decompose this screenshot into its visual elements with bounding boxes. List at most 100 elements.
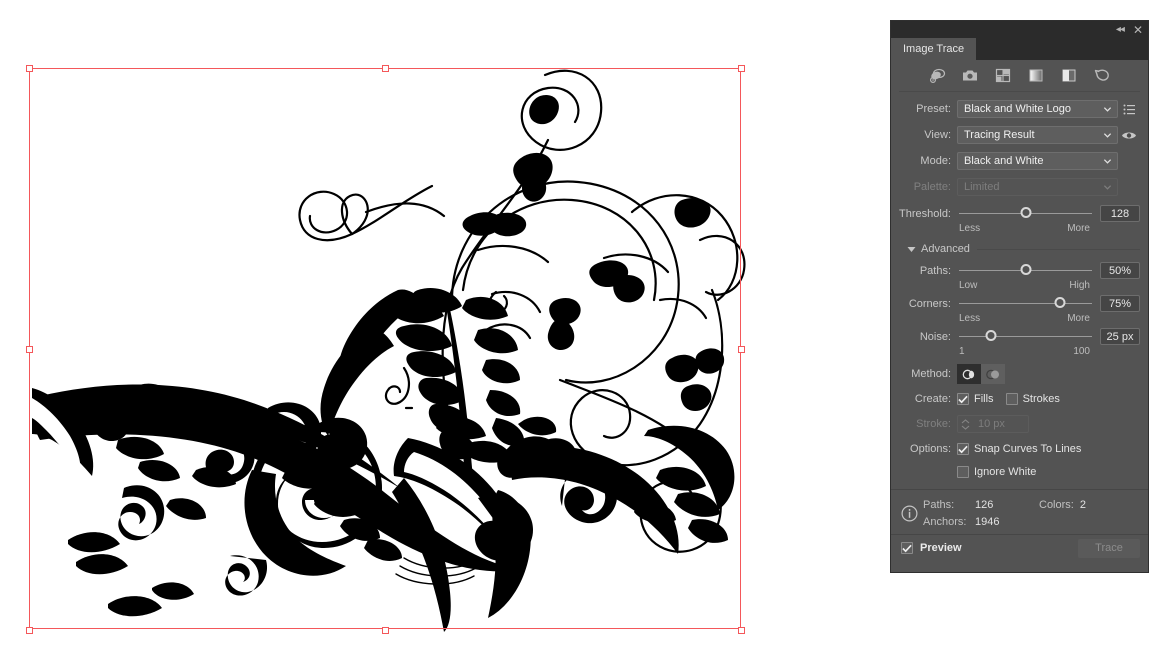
trace-mode-icon-row	[899, 60, 1140, 92]
preset-row: Preset: Black and White Logo	[899, 98, 1140, 120]
info-colors-value: 2	[1079, 498, 1086, 511]
stroke-label: Stroke:	[916, 418, 951, 430]
corners-range-labels: Less More	[899, 313, 1140, 327]
ignore-white-checkbox[interactable]	[957, 466, 969, 478]
preset-value: Black and White Logo	[964, 103, 1072, 115]
artboard-canvas[interactable]	[0, 0, 890, 653]
chevron-up-icon	[961, 418, 969, 423]
view-label: View:	[924, 129, 951, 141]
noise-value-field[interactable]: 25 px	[1100, 328, 1140, 345]
paths-max-label: High	[1069, 280, 1090, 291]
chevron-down-icon	[1103, 159, 1112, 164]
noise-min-label: 1	[959, 346, 965, 357]
method-overlapping-button[interactable]	[981, 364, 1005, 384]
snap-curves-label: Snap Curves To Lines	[974, 443, 1082, 455]
ignore-white-row: Ignore White	[899, 461, 1140, 483]
collapse-panel-icon[interactable]: ◂◂	[1116, 24, 1125, 35]
mode-select[interactable]: Black and White	[957, 152, 1118, 170]
preview-checkbox[interactable]	[901, 542, 913, 554]
preset-select[interactable]: Black and White Logo	[957, 100, 1118, 118]
paths-slider-thumb[interactable]	[1020, 264, 1031, 275]
threshold-row: Threshold: 128	[899, 204, 1140, 223]
stroke-stepper	[958, 418, 972, 430]
info-icon	[901, 504, 918, 522]
view-select[interactable]: Tracing Result	[957, 126, 1118, 144]
info-icon-wrap	[901, 496, 923, 530]
paths-label: Paths:	[919, 264, 951, 277]
threshold-value: 128	[1110, 207, 1130, 220]
triangle-down-icon	[907, 246, 916, 252]
create-strokes-checkbox[interactable]	[1005, 393, 1018, 405]
threshold-value-field[interactable]: 128	[1100, 205, 1140, 222]
high-color-icon[interactable]	[962, 67, 979, 84]
create-row: Create: Fills Strokes	[899, 388, 1140, 410]
stroke-row: Stroke: 10 px	[899, 413, 1140, 435]
mode-row: Mode: Black and White	[899, 150, 1140, 172]
panel-tab-bar: Image Trace	[891, 38, 1148, 60]
corners-slider[interactable]	[957, 294, 1094, 313]
noise-label: Noise:	[919, 330, 951, 343]
stroke-width-field: 10 px	[957, 415, 1029, 433]
preset-menu-button[interactable]	[1118, 104, 1140, 115]
corners-row: Corners: 75%	[899, 294, 1140, 313]
corners-label: Corners:	[908, 297, 951, 310]
trace-button[interactable]: Trace	[1078, 538, 1140, 558]
palette-label: Palette:	[913, 181, 951, 193]
checkmark-icon	[902, 544, 912, 552]
corners-min-label: Less	[959, 313, 981, 324]
preset-label: Preset:	[916, 103, 951, 115]
grayscale-icon[interactable]	[1028, 67, 1045, 84]
paths-value: 50%	[1108, 264, 1132, 277]
method-abutting-button[interactable]	[957, 364, 981, 384]
chevron-down-icon	[1103, 107, 1112, 112]
auto-color-icon[interactable]	[929, 67, 946, 84]
mode-label: Mode:	[920, 155, 951, 167]
threshold-slider-thumb[interactable]	[1020, 207, 1031, 218]
paths-slider[interactable]	[957, 261, 1094, 280]
mode-value: Black and White	[964, 155, 1044, 167]
palette-select: Limited	[957, 178, 1118, 196]
noise-slider-thumb[interactable]	[985, 330, 997, 341]
snap-curves-checkbox[interactable]	[957, 443, 969, 455]
threshold-slider[interactable]	[957, 204, 1094, 223]
info-anchors-value: 1946	[975, 515, 1000, 528]
tab-image-trace-label: Image Trace	[903, 43, 965, 55]
method-row: Method:	[899, 363, 1140, 385]
advanced-label: Advanced	[921, 243, 970, 255]
checkmark-icon	[958, 445, 968, 453]
create-strokes-label: Strokes	[1022, 393, 1060, 405]
threshold-min-label: Less	[959, 223, 981, 234]
options-row: Options: Snap Curves To Lines	[899, 438, 1140, 460]
noise-slider[interactable]	[957, 327, 1094, 346]
ornamental-floral-flourish-artwork[interactable]	[0, 0, 890, 653]
method-label: Method:	[911, 368, 951, 380]
outline-icon[interactable]	[1094, 67, 1111, 84]
info-paths-key: Paths:	[923, 498, 955, 511]
low-color-icon[interactable]	[995, 67, 1012, 84]
black-and-white-icon[interactable]	[1061, 67, 1078, 84]
corners-max-label: More	[1067, 313, 1090, 324]
stroke-width-value: 10 px	[978, 418, 1005, 430]
view-row: View: Tracing Result	[899, 124, 1140, 146]
noise-max-label: 100	[1073, 346, 1090, 357]
checkmark-icon	[958, 395, 968, 403]
info-anchors-key: Anchors:	[923, 515, 967, 528]
trace-button-label: Trace	[1095, 542, 1123, 554]
paths-row: Paths: 50%	[899, 261, 1140, 280]
panel-footer: Preview Trace	[891, 535, 1148, 561]
corners-slider-thumb[interactable]	[1054, 297, 1066, 308]
paths-value-field[interactable]: 50%	[1100, 262, 1140, 279]
panel-titlebar: ◂◂ ✕	[891, 21, 1148, 38]
corners-value-field[interactable]: 75%	[1100, 295, 1140, 312]
create-fills-checkbox[interactable]	[957, 393, 969, 405]
close-panel-icon[interactable]: ✕	[1133, 24, 1143, 36]
ignore-white-label: Ignore White	[974, 466, 1037, 478]
tab-image-trace[interactable]: Image Trace	[891, 38, 977, 60]
view-preview-toggle[interactable]	[1118, 130, 1140, 141]
advanced-disclosure[interactable]: Advanced	[899, 241, 1140, 257]
corners-value: 75%	[1108, 297, 1132, 310]
info-paths-line: Paths: 126 Colors: 2	[923, 496, 1140, 513]
eye-icon	[1122, 132, 1136, 138]
method-overlapping-icon	[985, 369, 999, 379]
noise-row: Noise: 25 px	[899, 327, 1140, 346]
